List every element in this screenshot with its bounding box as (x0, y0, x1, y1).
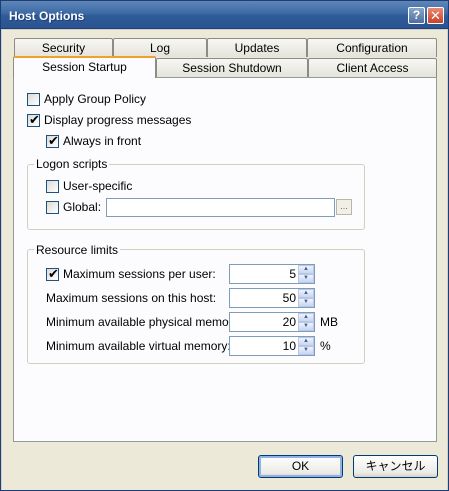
display-progress-checkbox[interactable]: ✔ (27, 112, 40, 127)
max-sessions-host-spinner[interactable]: 50 ▲ ▼ (229, 288, 315, 308)
spinner-arrows[interactable]: ▲ ▼ (298, 337, 314, 355)
max-sessions-host-label: Maximum sessions on this host: (46, 291, 217, 305)
host-options-window: Host Options ? ✕ Security Log Updates Co… (0, 0, 449, 491)
user-specific-label: User-specific (63, 179, 133, 193)
min-physical-memory-spinner[interactable]: 20 ▲ ▼ (229, 312, 315, 332)
spin-up-icon[interactable]: ▲ (298, 337, 314, 346)
spin-down-icon[interactable]: ▼ (298, 322, 314, 331)
spinner-arrows[interactable]: ▲ ▼ (298, 313, 314, 331)
global-checkbox[interactable] (46, 201, 59, 214)
spin-down-icon[interactable]: ▼ (298, 274, 314, 283)
close-button[interactable]: ✕ (427, 7, 444, 24)
window-title: Host Options (9, 9, 85, 23)
cancel-button[interactable]: キャンセル (353, 455, 438, 478)
spin-up-icon[interactable]: ▲ (298, 289, 314, 298)
help-button[interactable]: ? (408, 7, 425, 24)
logon-scripts-title: Logon scripts (34, 157, 110, 171)
spinner-arrows[interactable]: ▲ ▼ (298, 289, 314, 307)
display-progress-label: Display progress messages (44, 113, 192, 127)
dialog-client: Security Log Updates Configuration Sessi… (2, 30, 447, 490)
spinner-value: 20 (282, 315, 296, 329)
global-label: Global: (63, 200, 102, 214)
spinner-value: 50 (282, 291, 296, 305)
tab-security[interactable]: Security (14, 38, 113, 57)
max-sessions-user-label: Maximum sessions per user: (63, 267, 216, 281)
spin-down-icon[interactable]: ▼ (298, 298, 314, 307)
global-script-input[interactable] (106, 198, 335, 217)
apply-group-policy-label: Apply Group Policy (44, 92, 147, 106)
title-bar[interactable]: Host Options ? ✕ (1, 1, 448, 29)
max-sessions-user-checkbox[interactable]: ✔ (46, 266, 59, 281)
max-sessions-user-spinner[interactable]: 5 ▲ ▼ (229, 264, 315, 284)
min-virtual-memory-spinner[interactable]: 10 ▲ ▼ (229, 336, 315, 356)
session-startup-page: Apply Group Policy ✔ Display progress me… (13, 77, 437, 442)
min-virtual-memory-label: Minimum available virtual memory: (46, 339, 231, 353)
spinner-value: 5 (289, 267, 296, 281)
spin-up-icon[interactable]: ▲ (298, 265, 314, 274)
spin-down-icon[interactable]: ▼ (298, 346, 314, 355)
virtual-memory-unit: % (320, 339, 331, 353)
ok-button[interactable]: OK (258, 455, 343, 478)
tab-client-access[interactable]: Client Access (308, 58, 437, 77)
spin-up-icon[interactable]: ▲ (298, 313, 314, 322)
apply-group-policy-checkbox[interactable] (27, 93, 40, 106)
spinner-value: 10 (282, 339, 296, 353)
spinner-arrows[interactable]: ▲ ▼ (298, 265, 314, 283)
check-mark-icon: ✔ (29, 112, 40, 127)
always-in-front-label: Always in front (63, 134, 142, 148)
user-specific-checkbox[interactable] (46, 180, 59, 193)
tab-log[interactable]: Log (113, 38, 207, 57)
tab-session-startup[interactable]: Session Startup (13, 56, 156, 78)
tab-updates[interactable]: Updates (207, 38, 307, 57)
resource-limits-title: Resource limits (34, 243, 121, 257)
check-mark-icon: ✔ (48, 133, 59, 148)
always-in-front-checkbox[interactable]: ✔ (46, 133, 59, 148)
physical-memory-unit: MB (320, 315, 338, 329)
min-physical-memory-label: Minimum available physical memory: (46, 315, 243, 329)
check-mark-icon: ✔ (48, 266, 59, 281)
browse-button[interactable]: ... (336, 199, 352, 215)
logon-scripts-group (27, 164, 365, 230)
tab-configuration[interactable]: Configuration (307, 38, 437, 57)
tab-session-shutdown[interactable]: Session Shutdown (156, 58, 308, 77)
